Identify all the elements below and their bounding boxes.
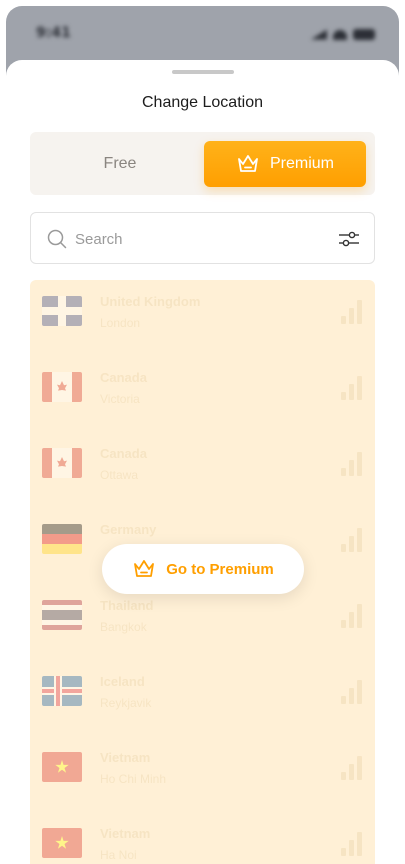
city-name: Ho Chi Minh: [100, 772, 167, 786]
signal-strength-icon: [341, 602, 363, 628]
status-icons: [311, 29, 375, 40]
country-name: Canada: [100, 370, 147, 385]
go-to-premium-button[interactable]: Go to Premium: [102, 544, 304, 594]
canada-flag-icon: [42, 372, 82, 402]
signal-strength-icon: [341, 830, 363, 856]
country-name: Thailand: [100, 598, 154, 613]
country-name: Germany: [100, 522, 157, 537]
vietnam-flag-icon: [42, 752, 82, 782]
germany-flag-icon: [42, 524, 82, 554]
location-sheet: Change Location Free Premium United King…: [6, 60, 399, 864]
sheet-title: Change Location: [142, 94, 263, 111]
list-item[interactable]: Vietnam Ho Chi Minh: [30, 736, 375, 812]
search-box: [30, 212, 375, 264]
signal-strength-icon: [341, 298, 363, 324]
signal-strength-icon: [341, 374, 363, 400]
country-name: Iceland: [100, 674, 145, 689]
list-item[interactable]: Iceland Reykjavik: [30, 660, 375, 736]
city-name: London: [100, 316, 141, 330]
list-item[interactable]: Thailand Bangkok: [30, 584, 375, 660]
wifi-icon: [333, 29, 347, 40]
list-item[interactable]: Canada Ottawa: [30, 432, 375, 508]
sheet-grabber[interactable]: [172, 70, 234, 74]
list-item[interactable]: Canada Victoria: [30, 356, 375, 432]
status-time: 9:41: [36, 25, 71, 41]
crown-icon: [134, 560, 155, 577]
tab-premium[interactable]: Premium: [204, 141, 366, 187]
country-name: Canada: [100, 446, 147, 461]
vietnam-flag-icon: [42, 828, 82, 858]
signal-icon: [311, 29, 327, 40]
go-to-premium-label: Go to Premium: [166, 560, 274, 578]
search-icon: [47, 229, 67, 249]
plan-tabs: Free Premium: [30, 132, 375, 195]
tab-premium-label: Premium: [269, 155, 334, 172]
country-name: Vietnam: [100, 750, 151, 765]
city-name: Victoria: [100, 392, 140, 406]
list-item[interactable]: United Kingdom London: [30, 280, 375, 356]
status-bar: 9:41: [0, 22, 405, 46]
city-name: Ottawa: [100, 468, 139, 482]
signal-strength-icon: [341, 450, 363, 476]
filter-icon[interactable]: [338, 229, 360, 249]
battery-icon: [353, 29, 375, 40]
country-name: United Kingdom: [100, 294, 201, 309]
city-name: Ha Noi: [100, 848, 137, 862]
city-name: Bangkok: [100, 620, 147, 634]
signal-strength-icon: [341, 526, 363, 552]
signal-strength-icon: [341, 754, 363, 780]
city-name: Reykjavik: [100, 696, 152, 710]
iceland-flag-icon: [42, 676, 82, 706]
crown-icon: [238, 155, 258, 172]
uk-flag-icon: [42, 296, 82, 326]
list-item[interactable]: Vietnam Ha Noi: [30, 812, 375, 864]
thailand-flag-icon: [42, 600, 82, 630]
country-name: Vietnam: [100, 826, 151, 841]
tab-free[interactable]: Free: [30, 132, 210, 195]
search-input[interactable]: [75, 227, 325, 251]
tab-free-label: Free: [103, 154, 137, 172]
canada-flag-icon: [42, 448, 82, 478]
signal-strength-icon: [341, 678, 363, 704]
